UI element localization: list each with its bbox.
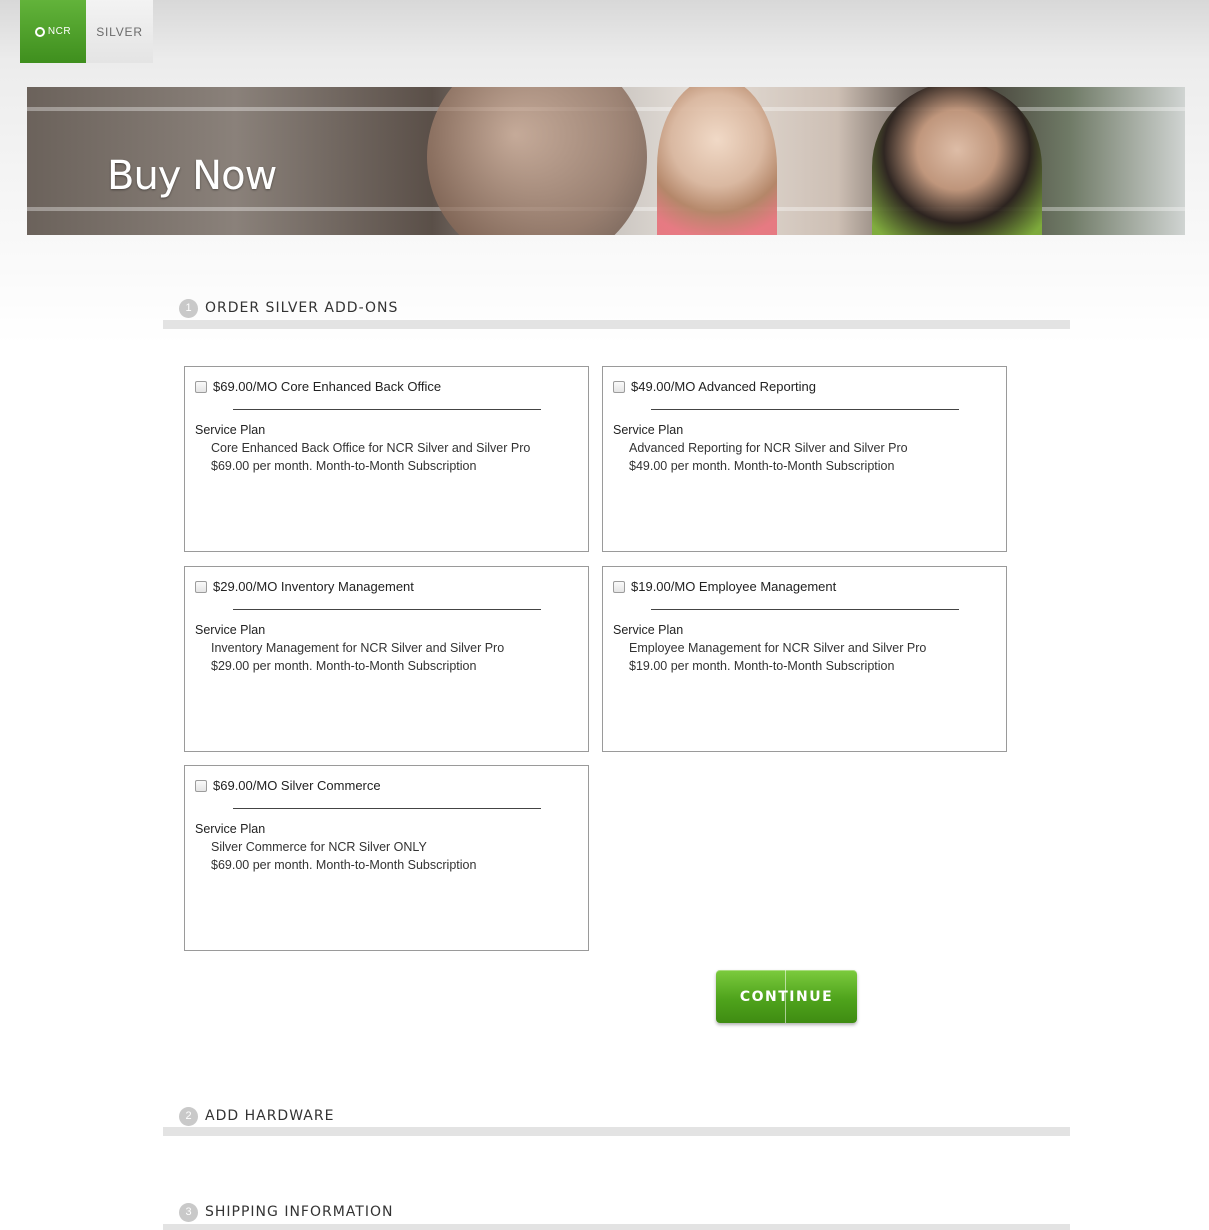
step-divider bbox=[163, 320, 1070, 329]
ncr-logo-text: NCR bbox=[47, 26, 72, 37]
step-shipping-information[interactable]: 3 SHIPPING INFORMATION bbox=[163, 1203, 1070, 1230]
addon-checkbox[interactable] bbox=[613, 581, 625, 593]
button-highlight bbox=[785, 970, 786, 1023]
banner-photo-person bbox=[872, 87, 1042, 235]
addon-plan-label: Service Plan bbox=[195, 423, 266, 437]
addon-description: Core Enhanced Back Office for NCR Silver… bbox=[211, 441, 531, 455]
addon-checkbox[interactable] bbox=[195, 381, 207, 393]
addon-price: $69.00 per month. Month-to-Month Subscri… bbox=[211, 858, 477, 872]
addon-divider bbox=[651, 409, 959, 410]
addon-title: $49.00/MO Advanced Reporting bbox=[631, 379, 817, 394]
addon-checkbox[interactable] bbox=[195, 581, 207, 593]
addon-checkbox[interactable] bbox=[195, 780, 207, 792]
addon-card: $19.00/MO Employee Management Service Pl… bbox=[602, 566, 1007, 752]
addon-plan-label: Service Plan bbox=[613, 623, 684, 637]
ncr-logo[interactable]: NCR bbox=[20, 0, 86, 63]
addon-price: $49.00 per month. Month-to-Month Subscri… bbox=[629, 459, 895, 473]
addon-plan-label: Service Plan bbox=[195, 623, 266, 637]
addon-description: Inventory Management for NCR Silver and … bbox=[211, 641, 505, 655]
addon-description: Advanced Reporting for NCR Silver and Si… bbox=[629, 441, 908, 455]
buy-now-banner: Buy Now bbox=[27, 87, 1185, 235]
page-title: Buy Now bbox=[107, 153, 277, 199]
step-add-hardware[interactable]: 2 ADD HARDWARE bbox=[163, 1107, 1070, 1136]
addon-card: $69.00/MO Silver Commerce Service Plan S… bbox=[184, 765, 589, 951]
addon-plan-label: Service Plan bbox=[195, 822, 266, 836]
addon-divider bbox=[233, 609, 541, 610]
step-number: 3 bbox=[179, 1203, 198, 1222]
addon-title: $69.00/MO Silver Commerce bbox=[213, 778, 381, 793]
continue-button[interactable]: CONTINUE bbox=[716, 970, 857, 1023]
addon-card: $69.00/MO Core Enhanced Back Office Serv… bbox=[184, 366, 589, 552]
addon-plan-label: Service Plan bbox=[613, 423, 684, 437]
silver-logo-text: SILVER bbox=[96, 24, 143, 39]
addon-title: $19.00/MO Employee Management bbox=[631, 579, 837, 594]
addon-title: $69.00/MO Core Enhanced Back Office bbox=[213, 379, 442, 394]
addon-divider bbox=[233, 409, 541, 410]
addon-description: Employee Management for NCR Silver and S… bbox=[629, 641, 927, 655]
banner-photo-person bbox=[657, 87, 777, 235]
step-divider bbox=[163, 1127, 1070, 1136]
step-order-addons[interactable]: 1 ORDER SILVER ADD-ONS bbox=[163, 299, 1070, 329]
addon-description: Silver Commerce for NCR Silver ONLY bbox=[211, 840, 427, 854]
step-number: 1 bbox=[179, 299, 198, 318]
step-label: ADD HARDWARE bbox=[205, 1108, 335, 1124]
addon-divider bbox=[651, 609, 959, 610]
step-divider bbox=[163, 1224, 1070, 1230]
addon-price: $69.00 per month. Month-to-Month Subscri… bbox=[211, 459, 477, 473]
addon-checkbox[interactable] bbox=[613, 381, 625, 393]
step-label: SHIPPING INFORMATION bbox=[205, 1204, 394, 1220]
addon-card: $29.00/MO Inventory Management Service P… bbox=[184, 566, 589, 752]
addon-price: $29.00 per month. Month-to-Month Subscri… bbox=[211, 659, 477, 673]
banner-photo-person bbox=[427, 87, 647, 235]
ncr-logo-icon bbox=[34, 26, 45, 37]
addon-divider bbox=[233, 808, 541, 809]
step-number: 2 bbox=[179, 1107, 198, 1126]
addon-title: $29.00/MO Inventory Management bbox=[213, 579, 414, 594]
continue-button-label: CONTINUE bbox=[739, 988, 834, 1005]
addon-price: $19.00 per month. Month-to-Month Subscri… bbox=[629, 659, 895, 673]
step-label: ORDER SILVER ADD-ONS bbox=[205, 300, 399, 316]
addon-card: $49.00/MO Advanced Reporting Service Pla… bbox=[602, 366, 1007, 552]
silver-logo[interactable]: SILVER bbox=[86, 0, 153, 63]
